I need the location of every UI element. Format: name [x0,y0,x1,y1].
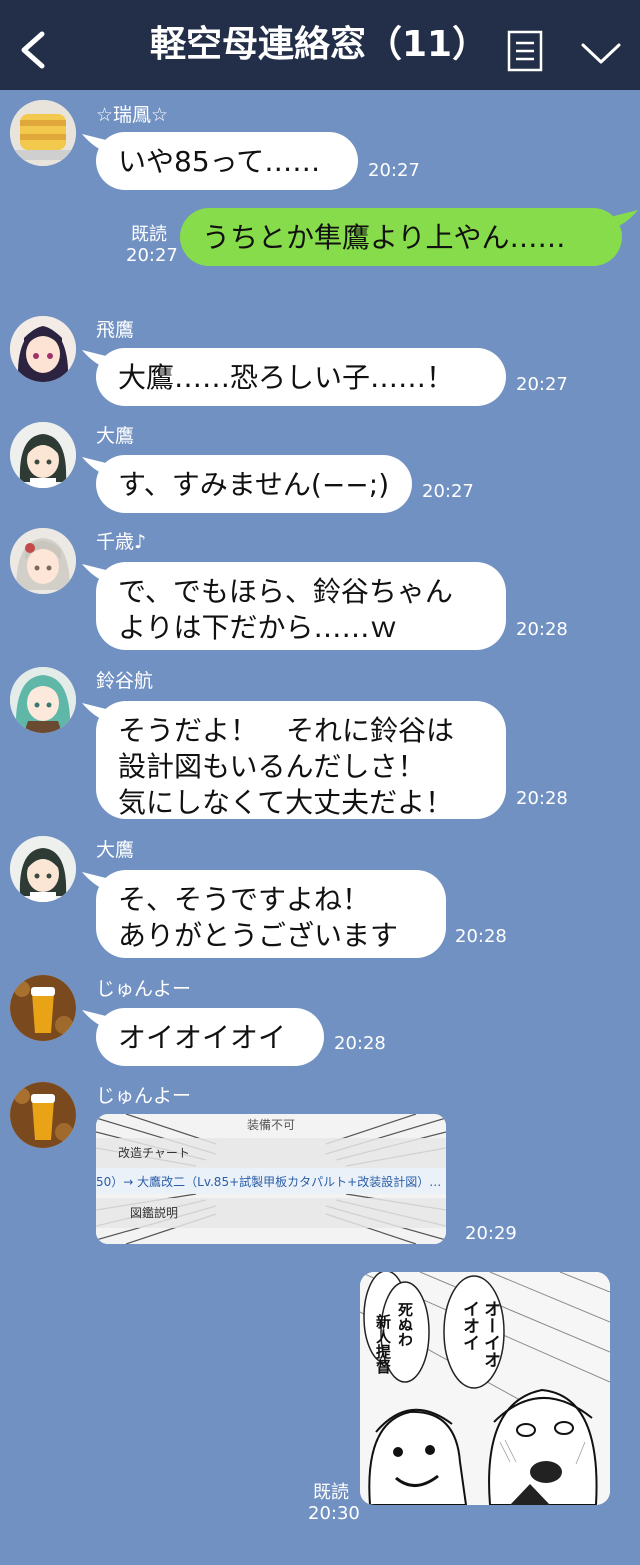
message-time: 20:27 [516,374,568,395]
message-time: 20:28 [516,788,568,809]
sender-name: 鈴谷航 [96,670,154,692]
avatar[interactable] [10,975,76,1041]
avatar[interactable] [10,1082,76,1148]
avatar[interactable] [10,836,76,902]
avatar[interactable] [10,316,76,382]
sender-name: 大鷹 [96,839,135,861]
message-time: 20:27 [368,160,420,181]
message-bubble[interactable]: いや85って…… [96,132,358,190]
speech-text: 死ぬわ [396,1302,414,1347]
message-bubble[interactable]: す、すみません(−−;) [96,455,412,513]
sender-name: ☆瑞鳳☆ [96,104,169,126]
sender-name: じゅんよー [96,1085,192,1107]
image-attachment[interactable]: 装備不可 改造チャート 50）→ 大鷹改二（Lv.85+試製甲板カタパルト+改装… [96,1114,446,1244]
menu-icon[interactable] [507,30,543,72]
speech-text: 新人提督 [374,1314,392,1374]
message-bubble[interactable]: そうだよ！ それに鈴谷は 設計図もいるんだしさ！ 気にしなくて大丈夫だよ！ [96,701,506,819]
image-attachment[interactable]: 新人提督 死ぬわ オーイオイオイ [360,1272,610,1505]
message-time: 20:29 [465,1223,517,1244]
image-text-header: 装備不可 [246,1118,295,1132]
avatar[interactable] [10,528,76,594]
message-bubble[interactable]: 大鷹……恐ろしい子……！ [96,348,506,406]
read-receipt: 既読 20:30 [308,1482,360,1524]
message-bubble[interactable]: そ、そうですよね！ ありがとうございます [96,870,446,958]
avatar[interactable] [10,422,76,488]
message-time: 20:28 [516,619,568,640]
message-bubble[interactable]: オイオイオイ [96,1008,324,1066]
sender-name: じゅんよー [96,978,192,1000]
message-bubble[interactable]: で、でもほら、鈴谷ちゃん よりは下だから……ｗ [96,562,506,650]
avatar[interactable] [10,667,76,733]
image-text-row: 図鑑説明 [130,1206,179,1220]
image-text-row: 改造チャート [118,1146,190,1160]
message-time: 20:28 [334,1033,386,1054]
read-receipt: 既読 20:27 [126,224,178,266]
message-time: 20:27 [422,481,474,502]
avatar[interactable] [10,100,76,166]
speech-text: オーイオイオイ [459,1300,500,1368]
sender-name: 大鷹 [96,425,135,447]
chevron-left-icon[interactable] [18,30,48,70]
sender-name: 飛鷹 [96,319,135,341]
message-time: 20:28 [455,926,507,947]
chevron-down-icon[interactable] [580,40,622,68]
image-text-row: 50）→ 大鷹改二（Lv.85+試製甲板カタパルト+改装設計図）… [96,1175,442,1189]
sender-name: 千歳♪ [96,531,147,553]
chat-title: 軽空母連絡窓（11） [150,24,489,65]
message-bubble[interactable]: うちとか隼鷹より上やん…… [180,208,622,266]
chat-header: 軽空母連絡窓（11） [0,0,640,90]
